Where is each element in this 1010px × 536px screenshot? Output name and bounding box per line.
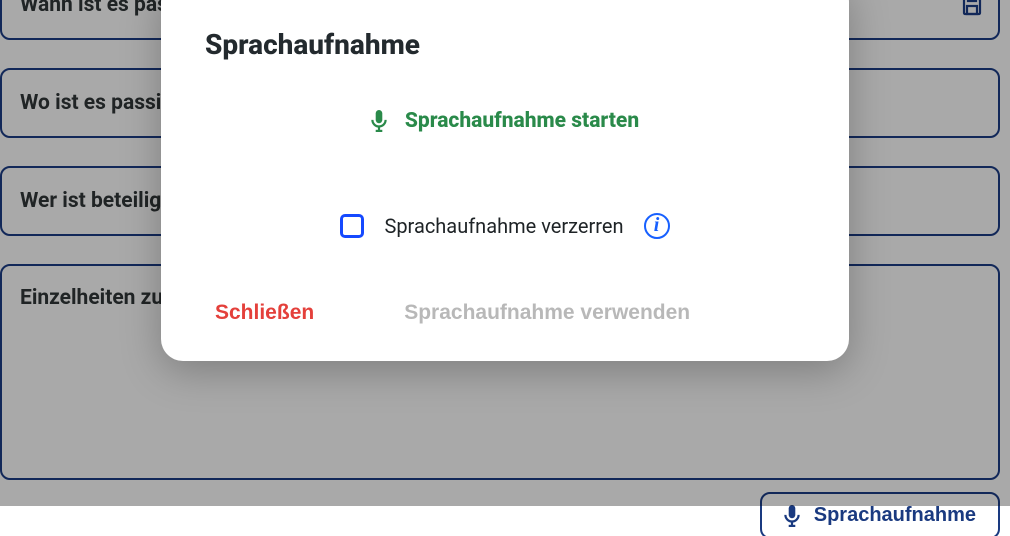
start-recording-button[interactable]: Sprachaufnahme starten (205, 109, 805, 133)
use-recording-button[interactable]: Sprachaufnahme verwenden (404, 301, 690, 325)
microphone-icon (371, 110, 387, 132)
close-button[interactable]: Schließen (215, 301, 314, 325)
start-recording-label: Sprachaufnahme starten (405, 109, 639, 133)
distort-checkbox[interactable] (340, 214, 364, 238)
modal-title: Sprachaufnahme (205, 28, 805, 61)
voice-record-button-label: Sprachaufnahme (814, 504, 976, 527)
distort-label: Sprachaufnahme verzerren (384, 214, 623, 238)
voice-modal: Sprachaufnahme Sprachaufnahme starten Sp… (161, 0, 849, 361)
modal-overlay[interactable]: Sprachaufnahme Sprachaufnahme starten Sp… (0, 0, 1010, 506)
microphone-icon (784, 505, 800, 527)
info-icon[interactable]: i (644, 213, 670, 239)
